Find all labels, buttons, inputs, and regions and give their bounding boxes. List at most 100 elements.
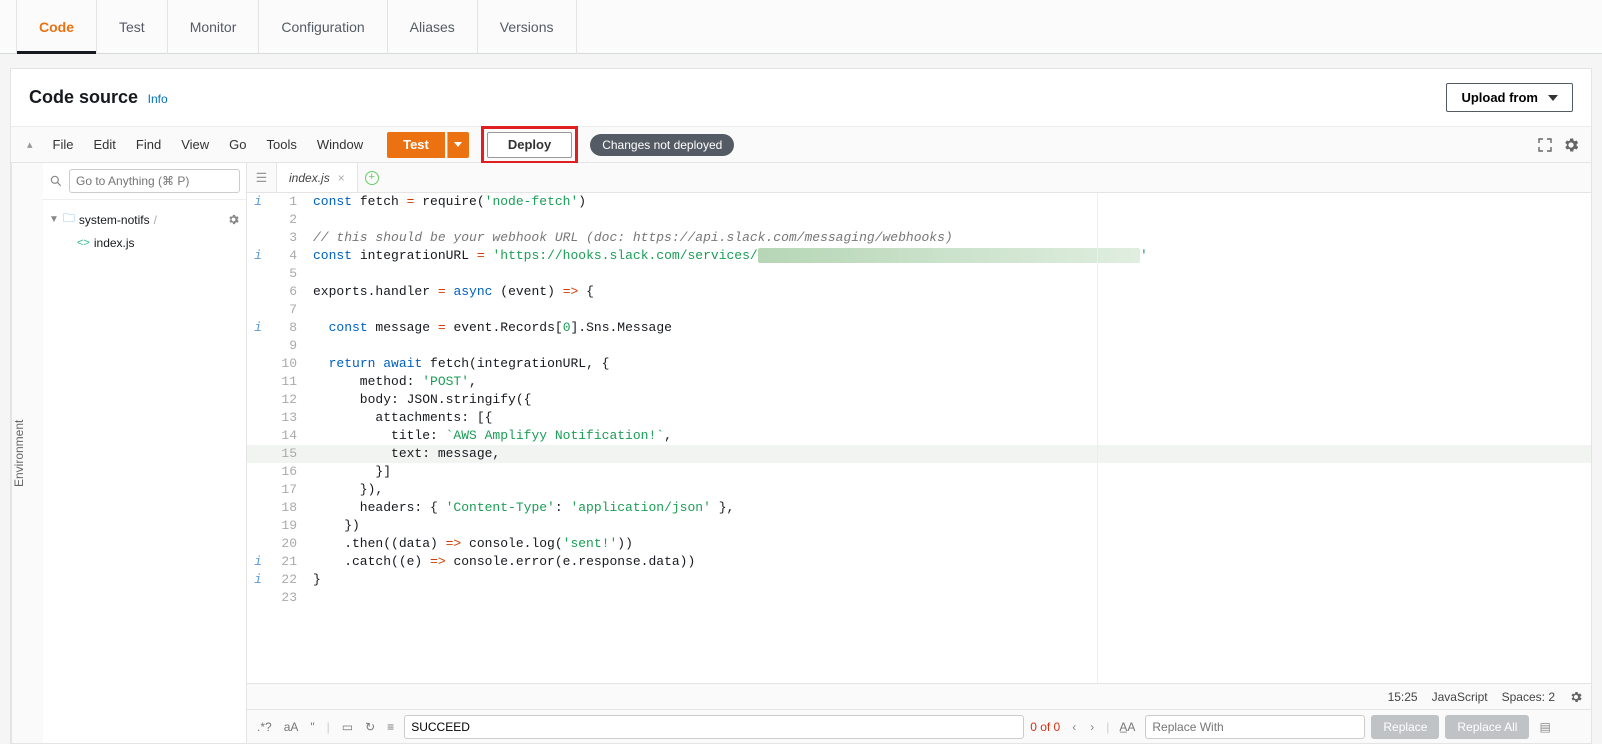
selection-toggle-icon[interactable]: ▭ [338, 718, 357, 736]
line-number: 11 [269, 373, 305, 391]
tab-monitor[interactable]: Monitor [168, 0, 260, 54]
status-gear-icon[interactable] [1569, 690, 1583, 704]
code-line[interactable]: 13 attachments: [{ [247, 409, 1591, 427]
line-number: 6 [269, 283, 305, 301]
code-line[interactable]: 11 method: 'POST', [247, 373, 1591, 391]
find-input[interactable] [404, 715, 1024, 739]
find-prev-icon[interactable]: ‹ [1066, 718, 1082, 736]
new-tab-button[interactable]: + [358, 163, 386, 192]
find-overflow-icon[interactable]: ▤ [1535, 720, 1554, 734]
menu-view[interactable]: View [171, 133, 219, 156]
code-line[interactable]: 15 text: message, [247, 445, 1591, 463]
deploy-button[interactable]: Deploy [487, 132, 572, 158]
line-number: 14 [269, 427, 305, 445]
tab-list-icon[interactable]: ☰ [247, 163, 277, 192]
collapse-toggle-icon[interactable]: ▴ [19, 134, 41, 155]
upload-from-button[interactable]: Upload from [1446, 83, 1573, 112]
indent-setting[interactable]: Spaces: 2 [1502, 690, 1555, 704]
gutter-info-icon: i [247, 193, 269, 211]
menu-find[interactable]: Find [126, 133, 171, 156]
code-text: headers: { 'Content-Type': 'application/… [305, 499, 1591, 517]
tab-versions[interactable]: Versions [478, 0, 577, 54]
code-text: exports.handler = async (event) => { [305, 283, 1591, 301]
code-line[interactable]: 23 [247, 589, 1591, 607]
code-text: .then((data) => console.log('sent!')) [305, 535, 1591, 553]
tab-configuration[interactable]: Configuration [259, 0, 387, 54]
test-dropdown-button[interactable] [447, 132, 469, 158]
code-line[interactable]: 3// this should be your webhook URL (doc… [247, 229, 1591, 247]
replace-button[interactable]: Replace [1371, 715, 1439, 739]
gutter-info-icon [247, 373, 269, 391]
find-next-icon[interactable]: › [1084, 718, 1100, 736]
code-text: text: message, [305, 445, 1591, 463]
menu-tools[interactable]: Tools [256, 133, 306, 156]
code-line[interactable]: 12 body: JSON.stringify({ [247, 391, 1591, 409]
menu-go[interactable]: Go [219, 133, 256, 156]
code-text: attachments: [{ [305, 409, 1591, 427]
tab-code[interactable]: Code [16, 0, 97, 54]
code-line[interactable]: 19 }) [247, 517, 1591, 535]
case-preserve-icon[interactable]: A̲A [1115, 718, 1139, 736]
deploy-highlight-box: Deploy [481, 126, 578, 164]
fullscreen-icon[interactable] [1533, 133, 1557, 157]
test-button[interactable]: Test [387, 132, 445, 158]
code-viewport[interactable]: i1const fetch = require('node-fetch')23/… [247, 193, 1591, 683]
chevron-down-icon: ▼ [49, 214, 59, 225]
code-text [305, 211, 1591, 229]
code-text: .catch((e) => console.error(e.response.d… [305, 553, 1591, 571]
gutter-info-icon [247, 589, 269, 607]
replace-all-button[interactable]: Replace All [1445, 715, 1529, 739]
code-line[interactable]: 2 [247, 211, 1591, 229]
tab-aliases[interactable]: Aliases [388, 0, 478, 54]
code-line[interactable]: i21 .catch((e) => console.error(e.respon… [247, 553, 1591, 571]
menu-file[interactable]: File [43, 133, 84, 156]
gutter-info-icon: i [247, 571, 269, 589]
cursor-position[interactable]: 15:25 [1388, 690, 1418, 704]
indent-toggle-icon[interactable]: ≡ [383, 718, 398, 736]
close-tab-icon[interactable]: × [338, 171, 345, 185]
wrap-toggle-icon[interactable]: ↻ [361, 718, 379, 736]
code-line[interactable]: i1const fetch = require('node-fetch') [247, 193, 1591, 211]
gutter-info-icon [247, 481, 269, 499]
language-mode[interactable]: JavaScript [1432, 690, 1488, 704]
tab-test[interactable]: Test [97, 0, 168, 54]
folder-root[interactable]: ▼ 🗀 system-notifs / [49, 206, 240, 233]
environment-side-tab[interactable]: Environment [11, 163, 43, 743]
line-number: 13 [269, 409, 305, 427]
case-toggle-icon[interactable]: aA [280, 718, 303, 736]
folder-gear-icon[interactable] [227, 213, 240, 226]
code-line[interactable]: 7 [247, 301, 1591, 319]
deploy-status-pill: Changes not deployed [590, 134, 734, 156]
code-line[interactable]: i22} [247, 571, 1591, 589]
code-line[interactable]: 5 [247, 265, 1591, 283]
code-line[interactable]: i4const integrationURL = 'https://hooks.… [247, 247, 1591, 265]
code-line[interactable]: 10 return await fetch(integrationURL, { [247, 355, 1591, 373]
search-icon[interactable] [49, 174, 63, 188]
menu-edit[interactable]: Edit [83, 133, 125, 156]
replace-input[interactable] [1145, 715, 1365, 739]
line-number: 9 [269, 337, 305, 355]
file-row[interactable]: <> index.js [49, 233, 240, 253]
info-link[interactable]: Info [148, 92, 168, 106]
gear-icon[interactable] [1559, 133, 1583, 157]
code-line[interactable]: 9 [247, 337, 1591, 355]
code-line[interactable]: 14 title: `AWS Amplifyy Notification!`, [247, 427, 1591, 445]
gutter-info-icon [247, 265, 269, 283]
editor-tab-index-js[interactable]: index.js × [277, 163, 358, 192]
find-options: .*? aA " | ▭ ↻ ≡ [253, 718, 398, 736]
js-file-icon: <> [77, 237, 90, 249]
menu-window[interactable]: Window [307, 133, 373, 156]
panel-header: Code source Info Upload from [11, 69, 1591, 127]
code-line[interactable]: 17 }), [247, 481, 1591, 499]
code-line[interactable]: i8 const message = event.Records[0].Sns.… [247, 319, 1591, 337]
code-line[interactable]: 6exports.handler = async (event) => { [247, 283, 1591, 301]
whole-word-toggle-icon[interactable]: " [306, 718, 318, 736]
code-text: }) [305, 517, 1591, 535]
regex-toggle-icon[interactable]: .*? [253, 718, 276, 736]
column-guide-line [1097, 193, 1098, 683]
code-line[interactable]: 16 }] [247, 463, 1591, 481]
code-line[interactable]: 20 .then((data) => console.log('sent!')) [247, 535, 1591, 553]
code-line[interactable]: 18 headers: { 'Content-Type': 'applicati… [247, 499, 1591, 517]
go-to-anything-input[interactable] [69, 169, 240, 193]
code-text: body: JSON.stringify({ [305, 391, 1591, 409]
